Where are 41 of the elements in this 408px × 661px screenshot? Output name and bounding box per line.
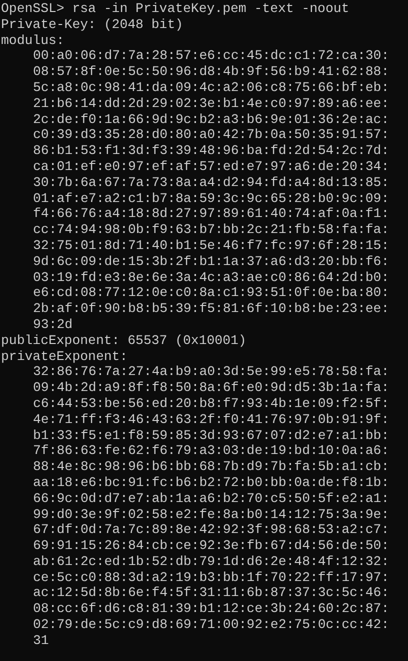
hex-line: c0:39:d3:35:28:d0:80:a0:42:7b:0a:50:35:91:57: <box>32 127 390 144</box>
hex-line: c6:44:53:be:56:ed:20:b8:f7:93:4b:1e:09:f2:5f: <box>32 396 390 412</box>
hex-line: 31 <box>32 632 49 649</box>
hex-line: f4:66:76:a4:18:8d:27:97:89:61:40:74:af:0a:f1: <box>32 206 390 222</box>
hex-line: 01:af:e7:a2:c1:b7:8a:59:3c:9c:65:28:b0:9c:09: <box>32 190 390 206</box>
output-label: modulus: <box>1 32 64 48</box>
hex-line: 03:19:fd:e3:8e:6e:3a:4c:a3:ae:c0:86:64:2d:b0: <box>32 270 390 286</box>
hex-line: 66:9c:0d:d7:e7:ab:1a:a6:b2:70:c5:50:5f:e2:a1: <box>32 490 390 506</box>
hex-line: ce:5c:c0:88:3d:a2:19:b3:bb:1f:70:22:ff:17:97: <box>32 570 390 586</box>
hex-line: 86:b1:53:f1:3d:f3:39:48:96:ba:fd:2d:54:2c:7d: <box>32 143 390 159</box>
hex-line: e6:cd:08:77:12:0e:c0:8a:c1:93:51:0f:0e:ba:80: <box>32 285 390 302</box>
hex-line: 08:57:8f:0e:5c:50:96:d8:4b:9f:56:b9:41:62:88: <box>32 64 390 80</box>
hex-line: 88:4e:8c:98:96:b6:bb:68:7b:d9:7b:fa:5b:a1:cb: <box>32 459 390 475</box>
hex-line: 2c:de:f0:1a:66:9d:9c:b2:a3:b6:9e:01:36:2e:ac: <box>32 112 390 128</box>
hex-line: 9d:6c:09:de:15:3b:2f:b1:1a:37:a6:d3:20:bb:f6: <box>32 254 390 270</box>
hex-line: 08:cc:6f:d6:c8:81:39:b1:12:ce:3b:24:60:2c:87: <box>32 601 390 618</box>
hex-line: 5c:a8:0c:98:41:da:09:4c:a2:06:c8:75:66:bf:eb: <box>32 80 390 96</box>
hex-line: 7f:86:63:fe:62:f6:79:a3:03:de:19:bd:10:0a:a6: <box>32 443 390 460</box>
hex-line: 30:7b:6a:67:7a:73:8a:a4:d2:94:fd:a4:8d:13:85: <box>32 174 390 191</box>
hex-line: 09:4b:2d:a9:8f:f8:50:8a:6f:e0:9d:d5:3b:1a:fa: <box>32 380 390 396</box>
hex-line: 32:86:76:7a:27:4a:b9:a0:3d:5e:99:e5:78:58:fa: <box>32 364 390 380</box>
hex-line: aa:18:e6:bc:91:fc:b6:b2:72:b0:bb:0a:de:f8:1b: <box>32 474 390 491</box>
hex-line: 00:a0:06:d7:7a:28:57:e6:cc:45:dc:c1:72:ca:30: <box>32 48 390 64</box>
hex-line: 02:79:de:5c:c9:d8:69:71:00:92:e2:75:0c:cc:42: <box>32 617 390 633</box>
hex-line: 93:2d <box>32 316 73 333</box>
hex-line: cc:74:94:98:0b:f9:63:b7:bb:2c:21:fb:58:fa:fa: <box>32 222 390 238</box>
hex-line: ca:01:ef:e0:97:ef:af:57:ed:e7:97:a6:de:20:34: <box>32 158 390 175</box>
output-label: privateExponent: <box>1 348 128 364</box>
hex-line: ac:12:5d:8b:6e:f4:5f:31:11:6b:87:37:3c:5c:46: <box>32 585 390 602</box>
hex-line: 2b:af:0f:90:b8:b5:39:f5:81:6f:10:b8:be:23:ee: <box>32 301 390 317</box>
hex-line: 4e:71:ff:f3:46:43:63:2f:f0:41:76:97:0b:91:9f: <box>32 412 390 428</box>
hex-line: 32:75:01:8d:71:40:b1:5e:46:f7:fc:97:6f:28:15: <box>32 238 390 254</box>
hex-line: 69:91:15:26:84:cb:ce:92:3e:fb:67:d4:56:de:50: <box>32 538 390 554</box>
hex-line: 21:b6:14:dd:2d:29:02:3e:b1:4e:c0:97:89:a6:ee: <box>32 96 390 112</box>
command-line: OpenSSL> rsa -in PrivateKey.pem -text -noout <box>1 1 350 17</box>
hex-line: 99:d0:3e:9f:02:58:e2:fe:8a:b0:14:12:75:3a:9e: <box>32 506 390 522</box>
output-label: publicExponent: 65537 (0x10001) <box>1 332 246 349</box>
output-label: Private-Key: (2048 bit) <box>1 16 184 33</box>
hex-line: 67:df:0d:7a:7c:89:8e:42:92:3f:98:68:53:a2:c7: <box>32 522 390 538</box>
hex-line: b1:33:f5:e1:f8:59:85:3d:93:67:07:d2:e7:a1:bb: <box>32 428 390 444</box>
hex-line: ab:61:2c:ed:1b:52:db:79:1d:d6:2e:48:4f:12:32: <box>32 554 390 570</box>
